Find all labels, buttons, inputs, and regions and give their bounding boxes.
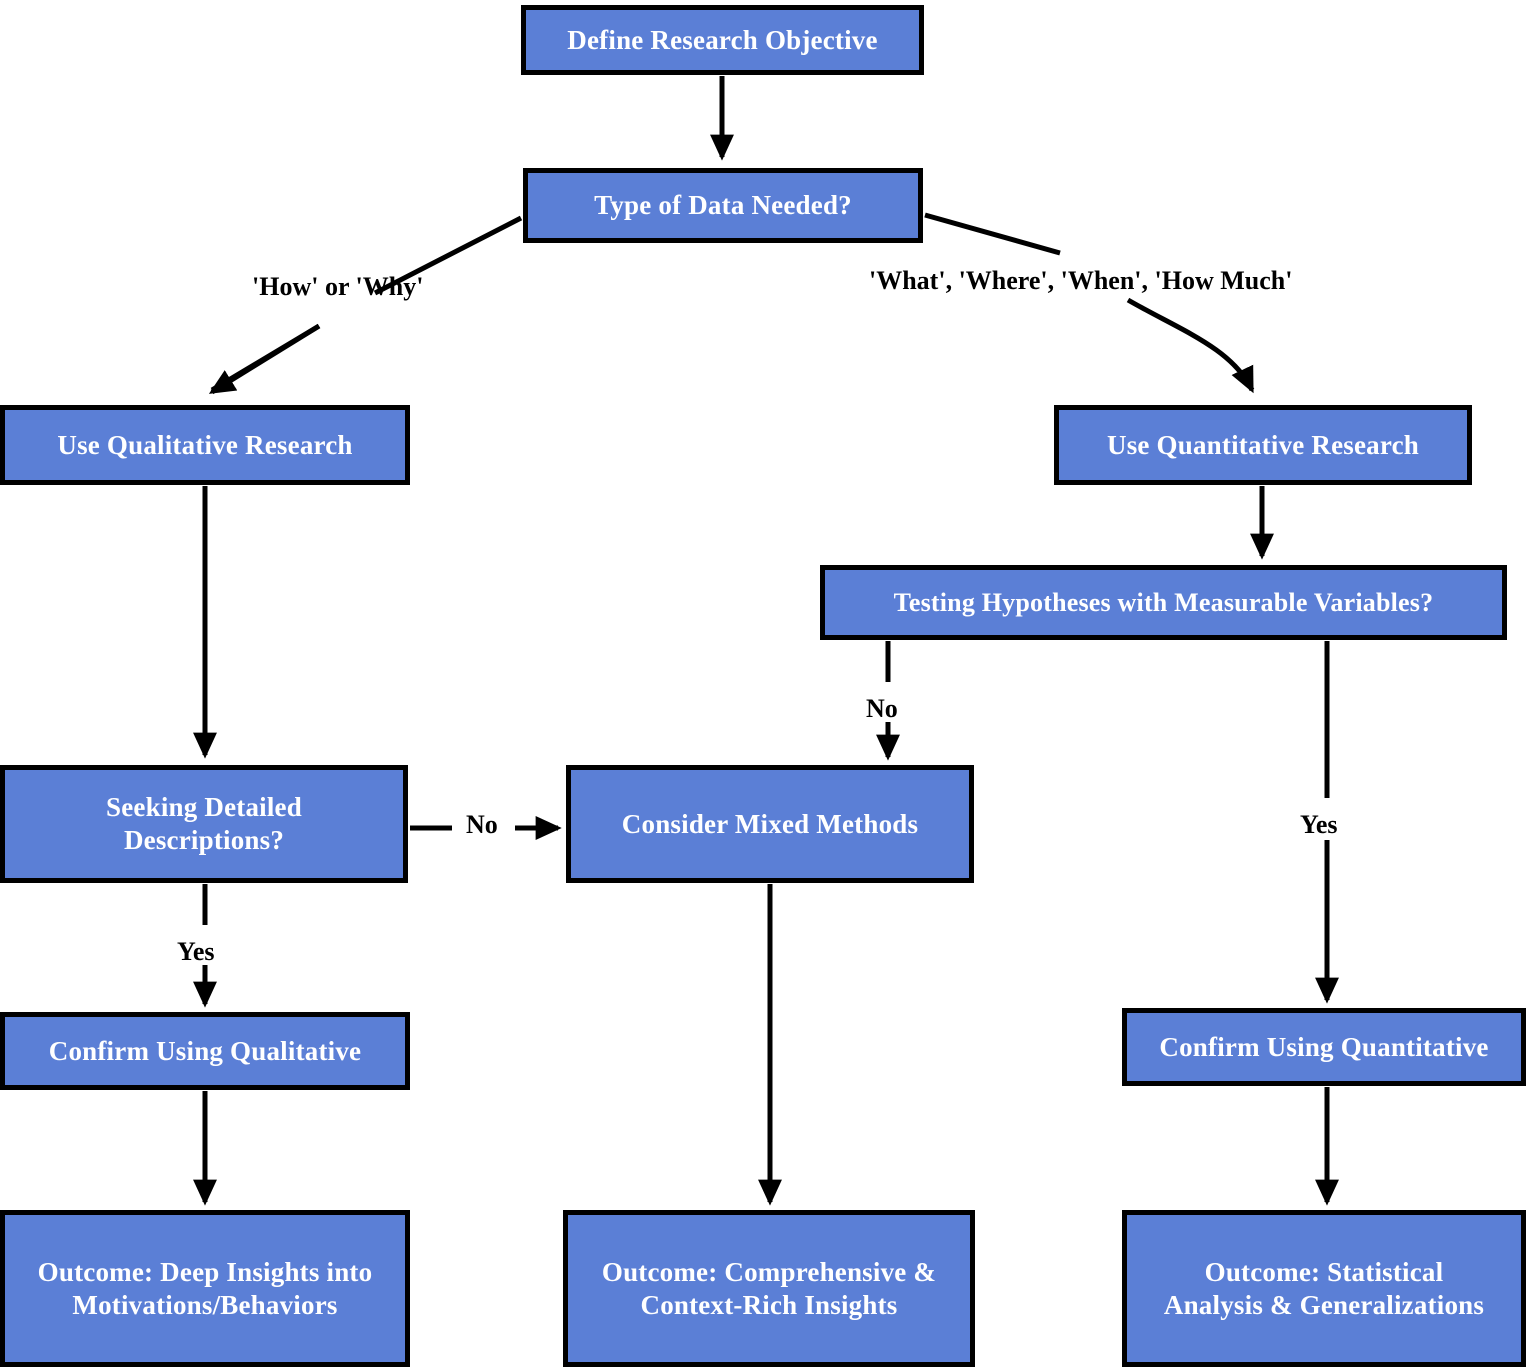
node-label: Outcome: Deep Insights into Motivations/… bbox=[37, 1256, 373, 1320]
node-testing-hypotheses[interactable]: Testing Hypotheses with Measurable Varia… bbox=[820, 565, 1507, 640]
edge-datatype-to-qualitative-head bbox=[208, 323, 321, 395]
node-define-research-objective[interactable]: Define Research Objective bbox=[521, 5, 924, 75]
edge-label-what-where-when-how-much: 'What', 'Where', 'When', 'How Much' bbox=[869, 266, 1293, 295]
node-label: Type of Data Needed? bbox=[594, 190, 852, 221]
edge-label-hypotheses-yes: Yes bbox=[1300, 810, 1338, 839]
node-outcome-comprehensive-insights[interactable]: Outcome: Comprehensive & Context-Rich In… bbox=[563, 1210, 975, 1367]
node-label: Use Qualitative Research bbox=[57, 429, 353, 460]
node-seeking-detailed-descriptions[interactable]: Seeking Detailed Descriptions? bbox=[0, 765, 408, 883]
node-confirm-using-qualitative[interactable]: Confirm Using Qualitative bbox=[0, 1012, 410, 1090]
node-use-quantitative-research[interactable]: Use Quantitative Research bbox=[1054, 405, 1472, 485]
edge-datatype-to-quantitative-upper bbox=[924, 212, 1061, 256]
node-label: Confirm Using Quantitative bbox=[1159, 1031, 1489, 1062]
node-consider-mixed-methods[interactable]: Consider Mixed Methods bbox=[566, 765, 974, 883]
edge-label-seeking-yes: Yes bbox=[177, 937, 215, 966]
flowchart-canvas: Define Research Objective Type of Data N… bbox=[0, 0, 1526, 1372]
edge-label-how-or-why: 'How' or 'Why' bbox=[252, 272, 424, 301]
edge-datatype-to-quantitative-lower bbox=[1126, 297, 1255, 394]
edge-label-seeking-no: No bbox=[466, 810, 498, 839]
node-type-of-data-needed[interactable]: Type of Data Needed? bbox=[523, 168, 923, 243]
node-label: Confirm Using Qualitative bbox=[48, 1035, 362, 1066]
node-confirm-using-quantitative[interactable]: Confirm Using Quantitative bbox=[1122, 1008, 1526, 1086]
edge-label-hypotheses-no: No bbox=[866, 694, 898, 723]
edge-datatype-to-qualitative bbox=[210, 215, 523, 393]
node-label: Testing Hypotheses with Measurable Varia… bbox=[893, 587, 1434, 617]
node-label: Define Research Objective bbox=[567, 24, 878, 55]
node-label: Seeking Detailed Descriptions? bbox=[106, 792, 302, 855]
node-label: Use Quantitative Research bbox=[1107, 429, 1419, 460]
node-outcome-statistical-analysis[interactable]: Outcome: Statistical Analysis & Generali… bbox=[1122, 1210, 1526, 1367]
node-label: Consider Mixed Methods bbox=[621, 808, 919, 839]
node-label: Outcome: Statistical Analysis & Generali… bbox=[1163, 1256, 1485, 1320]
node-use-qualitative-research[interactable]: Use Qualitative Research bbox=[0, 405, 410, 485]
node-outcome-deep-insights[interactable]: Outcome: Deep Insights into Motivations/… bbox=[0, 1210, 410, 1367]
node-label: Outcome: Comprehensive & Context-Rich In… bbox=[601, 1256, 937, 1320]
